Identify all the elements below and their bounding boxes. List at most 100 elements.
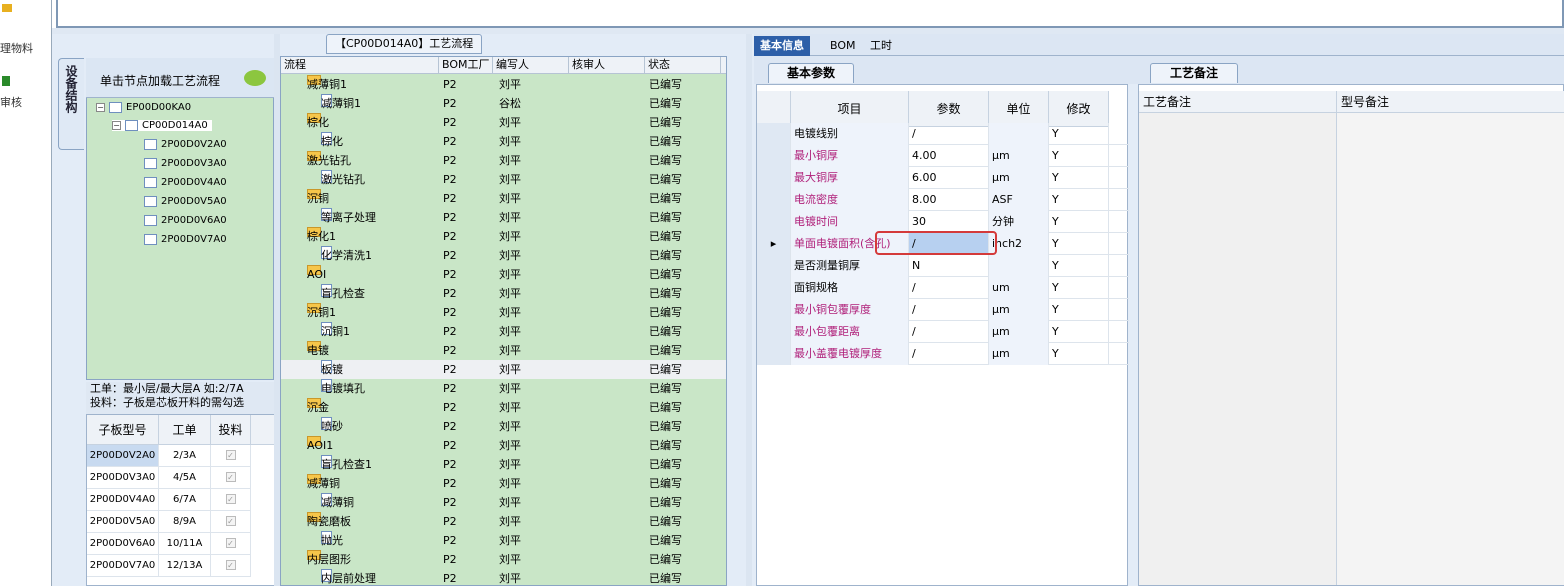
param-row[interactable]: 电流密度 8.00 ASF Y — [757, 189, 1129, 211]
flow-row[interactable]: 电镀填孔 P2 刘平 已编写 — [281, 379, 726, 398]
model-note-area[interactable] — [1337, 113, 1564, 585]
flow-row[interactable]: 激光钻孔 P2 刘平 已编写 — [281, 151, 726, 170]
row-header[interactable] — [757, 277, 791, 299]
flow-row[interactable]: 内层图形 P2 刘平 已编写 — [281, 550, 726, 569]
param-value[interactable]: / — [909, 299, 989, 321]
flow-row[interactable]: 喷砂 P2 刘平 已编写 — [281, 417, 726, 436]
flow-row[interactable]: 沉金 P2 刘平 已编写 — [281, 398, 726, 417]
column-header[interactable]: 编写人 — [493, 57, 569, 74]
param-value[interactable]: N — [909, 255, 989, 277]
param-row[interactable]: 最小铜厚 4.00 μm Y — [757, 145, 1129, 167]
param-edit[interactable]: Y — [1049, 233, 1109, 255]
feed-checkbox[interactable]: ✓ — [211, 511, 251, 533]
toolbar-item-review[interactable]: 审核 — [0, 94, 22, 110]
param-edit[interactable]: Y — [1049, 343, 1109, 365]
subboard-order-cell[interactable]: 12/13A — [159, 555, 211, 577]
param-row[interactable]: 最大铜厚 6.00 μm Y — [757, 167, 1129, 189]
splitter-mid[interactable] — [746, 34, 752, 586]
param-row[interactable]: 面铜规格 / um Y — [757, 277, 1129, 299]
subboard-model-cell[interactable]: 2P00D0V5A0 — [87, 511, 159, 533]
flow-row[interactable]: 内层前处理 P2 刘平 已编写 — [281, 569, 726, 585]
top-input-area[interactable] — [56, 0, 1564, 28]
subboard-order-cell[interactable]: 4/5A — [159, 467, 211, 489]
flow-row[interactable]: AOI1 P2 刘平 已编写 — [281, 436, 726, 455]
param-edit[interactable]: Y — [1049, 255, 1109, 277]
tab-process-notes[interactable]: 工艺备注 — [1150, 63, 1238, 83]
column-header[interactable]: 投料 — [211, 415, 251, 445]
param-value[interactable]: 8.00 — [909, 189, 989, 211]
tree-leaf[interactable]: 2P00D0V6A0 — [144, 215, 227, 226]
flow-row[interactable]: 盲孔检查1 P2 刘平 已编写 — [281, 455, 726, 474]
column-header[interactable]: 工艺备注 — [1139, 91, 1337, 113]
row-header[interactable] — [757, 255, 791, 277]
column-header[interactable]: 工单 — [159, 415, 211, 445]
tab-bom[interactable]: BOM — [824, 36, 862, 56]
feed-checkbox[interactable]: ✓ — [211, 445, 251, 467]
tab-basic-params[interactable]: 基本参数 — [768, 63, 854, 83]
column-header[interactable]: 核审人 — [569, 57, 645, 74]
tree-node-child[interactable]: − CP00D014A0 — [112, 120, 212, 131]
column-header[interactable]: 流程 — [281, 57, 439, 74]
subboard-order-cell[interactable]: 2/3A — [159, 445, 211, 467]
param-edit[interactable]: Y — [1049, 277, 1109, 299]
param-row[interactable]: 是否测量铜厚 N Y — [757, 255, 1129, 277]
column-header[interactable]: 项目 — [791, 91, 909, 127]
feed-checkbox[interactable]: ✓ — [211, 533, 251, 555]
check-icon[interactable] — [2, 76, 10, 89]
process-note-area[interactable] — [1139, 113, 1337, 585]
flow-row[interactable]: 减薄铜 P2 刘平 已编写 — [281, 474, 726, 493]
flow-row[interactable]: 减薄铜1 P2 谷松 已编写 — [281, 94, 726, 113]
flow-row[interactable]: 棕化 P2 刘平 已编写 — [281, 113, 726, 132]
param-value[interactable]: / — [909, 343, 989, 365]
feed-checkbox[interactable]: ✓ — [211, 467, 251, 489]
column-header[interactable]: 型号备注 — [1337, 91, 1564, 113]
flow-row[interactable]: 棕化1 P2 刘平 已编写 — [281, 227, 726, 246]
row-header[interactable] — [757, 189, 791, 211]
flow-row[interactable]: 沉铜1 P2 刘平 已编写 — [281, 303, 726, 322]
param-edit[interactable]: Y — [1049, 321, 1109, 343]
flow-row[interactable]: 激光钻孔 P2 刘平 已编写 — [281, 170, 726, 189]
flow-row[interactable]: AOI P2 刘平 已编写 — [281, 265, 726, 284]
flow-row[interactable]: 沉铜1 P2 刘平 已编写 — [281, 322, 726, 341]
subboard-order-cell[interactable]: 8/9A — [159, 511, 211, 533]
flow-row[interactable]: 抛光 P2 刘平 已编写 — [281, 531, 726, 550]
collapse-icon[interactable]: − — [112, 121, 121, 130]
tab-basic-info[interactable]: 基本信息 — [754, 36, 810, 56]
flow-row[interactable]: 陶瓷磨板 P2 刘平 已编写 — [281, 512, 726, 531]
splitter-left[interactable] — [274, 34, 280, 586]
column-header[interactable]: 单位 — [989, 91, 1049, 127]
column-header[interactable]: 子板型号 — [87, 415, 159, 445]
subboard-model-cell[interactable]: 2P00D0V3A0 — [87, 467, 159, 489]
param-row[interactable]: 最小铜包覆厚度 / μm Y — [757, 299, 1129, 321]
param-edit[interactable]: Y — [1049, 167, 1109, 189]
tree-leaf[interactable]: 2P00D0V4A0 — [144, 177, 227, 188]
collapse-icon[interactable]: − — [96, 103, 105, 112]
row-header[interactable] — [757, 321, 791, 343]
subboard-model-cell[interactable]: 2P00D0V6A0 — [87, 533, 159, 555]
tab-work-hours[interactable]: 工时 — [864, 36, 898, 56]
param-row[interactable]: 电镀线别 / Y — [757, 123, 1129, 145]
row-header[interactable] — [757, 123, 791, 145]
subboard-order-cell[interactable]: 10/11A — [159, 533, 211, 555]
flow-row[interactable]: 板镀 P2 刘平 已编写 — [281, 360, 726, 379]
folder-icon[interactable] — [2, 2, 12, 15]
toolbar-item-material[interactable]: 理物料 — [0, 40, 33, 56]
row-header[interactable] — [757, 299, 791, 321]
row-header[interactable]: ▸ — [757, 233, 791, 255]
param-edit[interactable]: Y — [1049, 145, 1109, 167]
column-header[interactable]: 参数 — [909, 91, 989, 127]
row-header[interactable] — [757, 211, 791, 233]
flow-row[interactable]: 盲孔检查 P2 刘平 已编写 — [281, 284, 726, 303]
param-value[interactable]: 30 — [909, 211, 989, 233]
param-value[interactable]: / — [909, 277, 989, 299]
tree-leaf[interactable]: 2P00D0V2A0 — [144, 139, 227, 150]
subboard-model-cell[interactable]: 2P00D0V2A0 — [87, 445, 159, 467]
flow-row[interactable]: 电镀 P2 刘平 已编写 — [281, 341, 726, 360]
param-edit[interactable]: Y — [1049, 123, 1109, 145]
param-value[interactable]: 6.00 — [909, 167, 989, 189]
subboard-model-cell[interactable]: 2P00D0V7A0 — [87, 555, 159, 577]
param-row[interactable]: 电镀时间 30 分钟 Y — [757, 211, 1129, 233]
row-header[interactable] — [757, 167, 791, 189]
subboard-order-cell[interactable]: 6/7A — [159, 489, 211, 511]
flow-row[interactable]: 化学清洗1 P2 刘平 已编写 — [281, 246, 726, 265]
